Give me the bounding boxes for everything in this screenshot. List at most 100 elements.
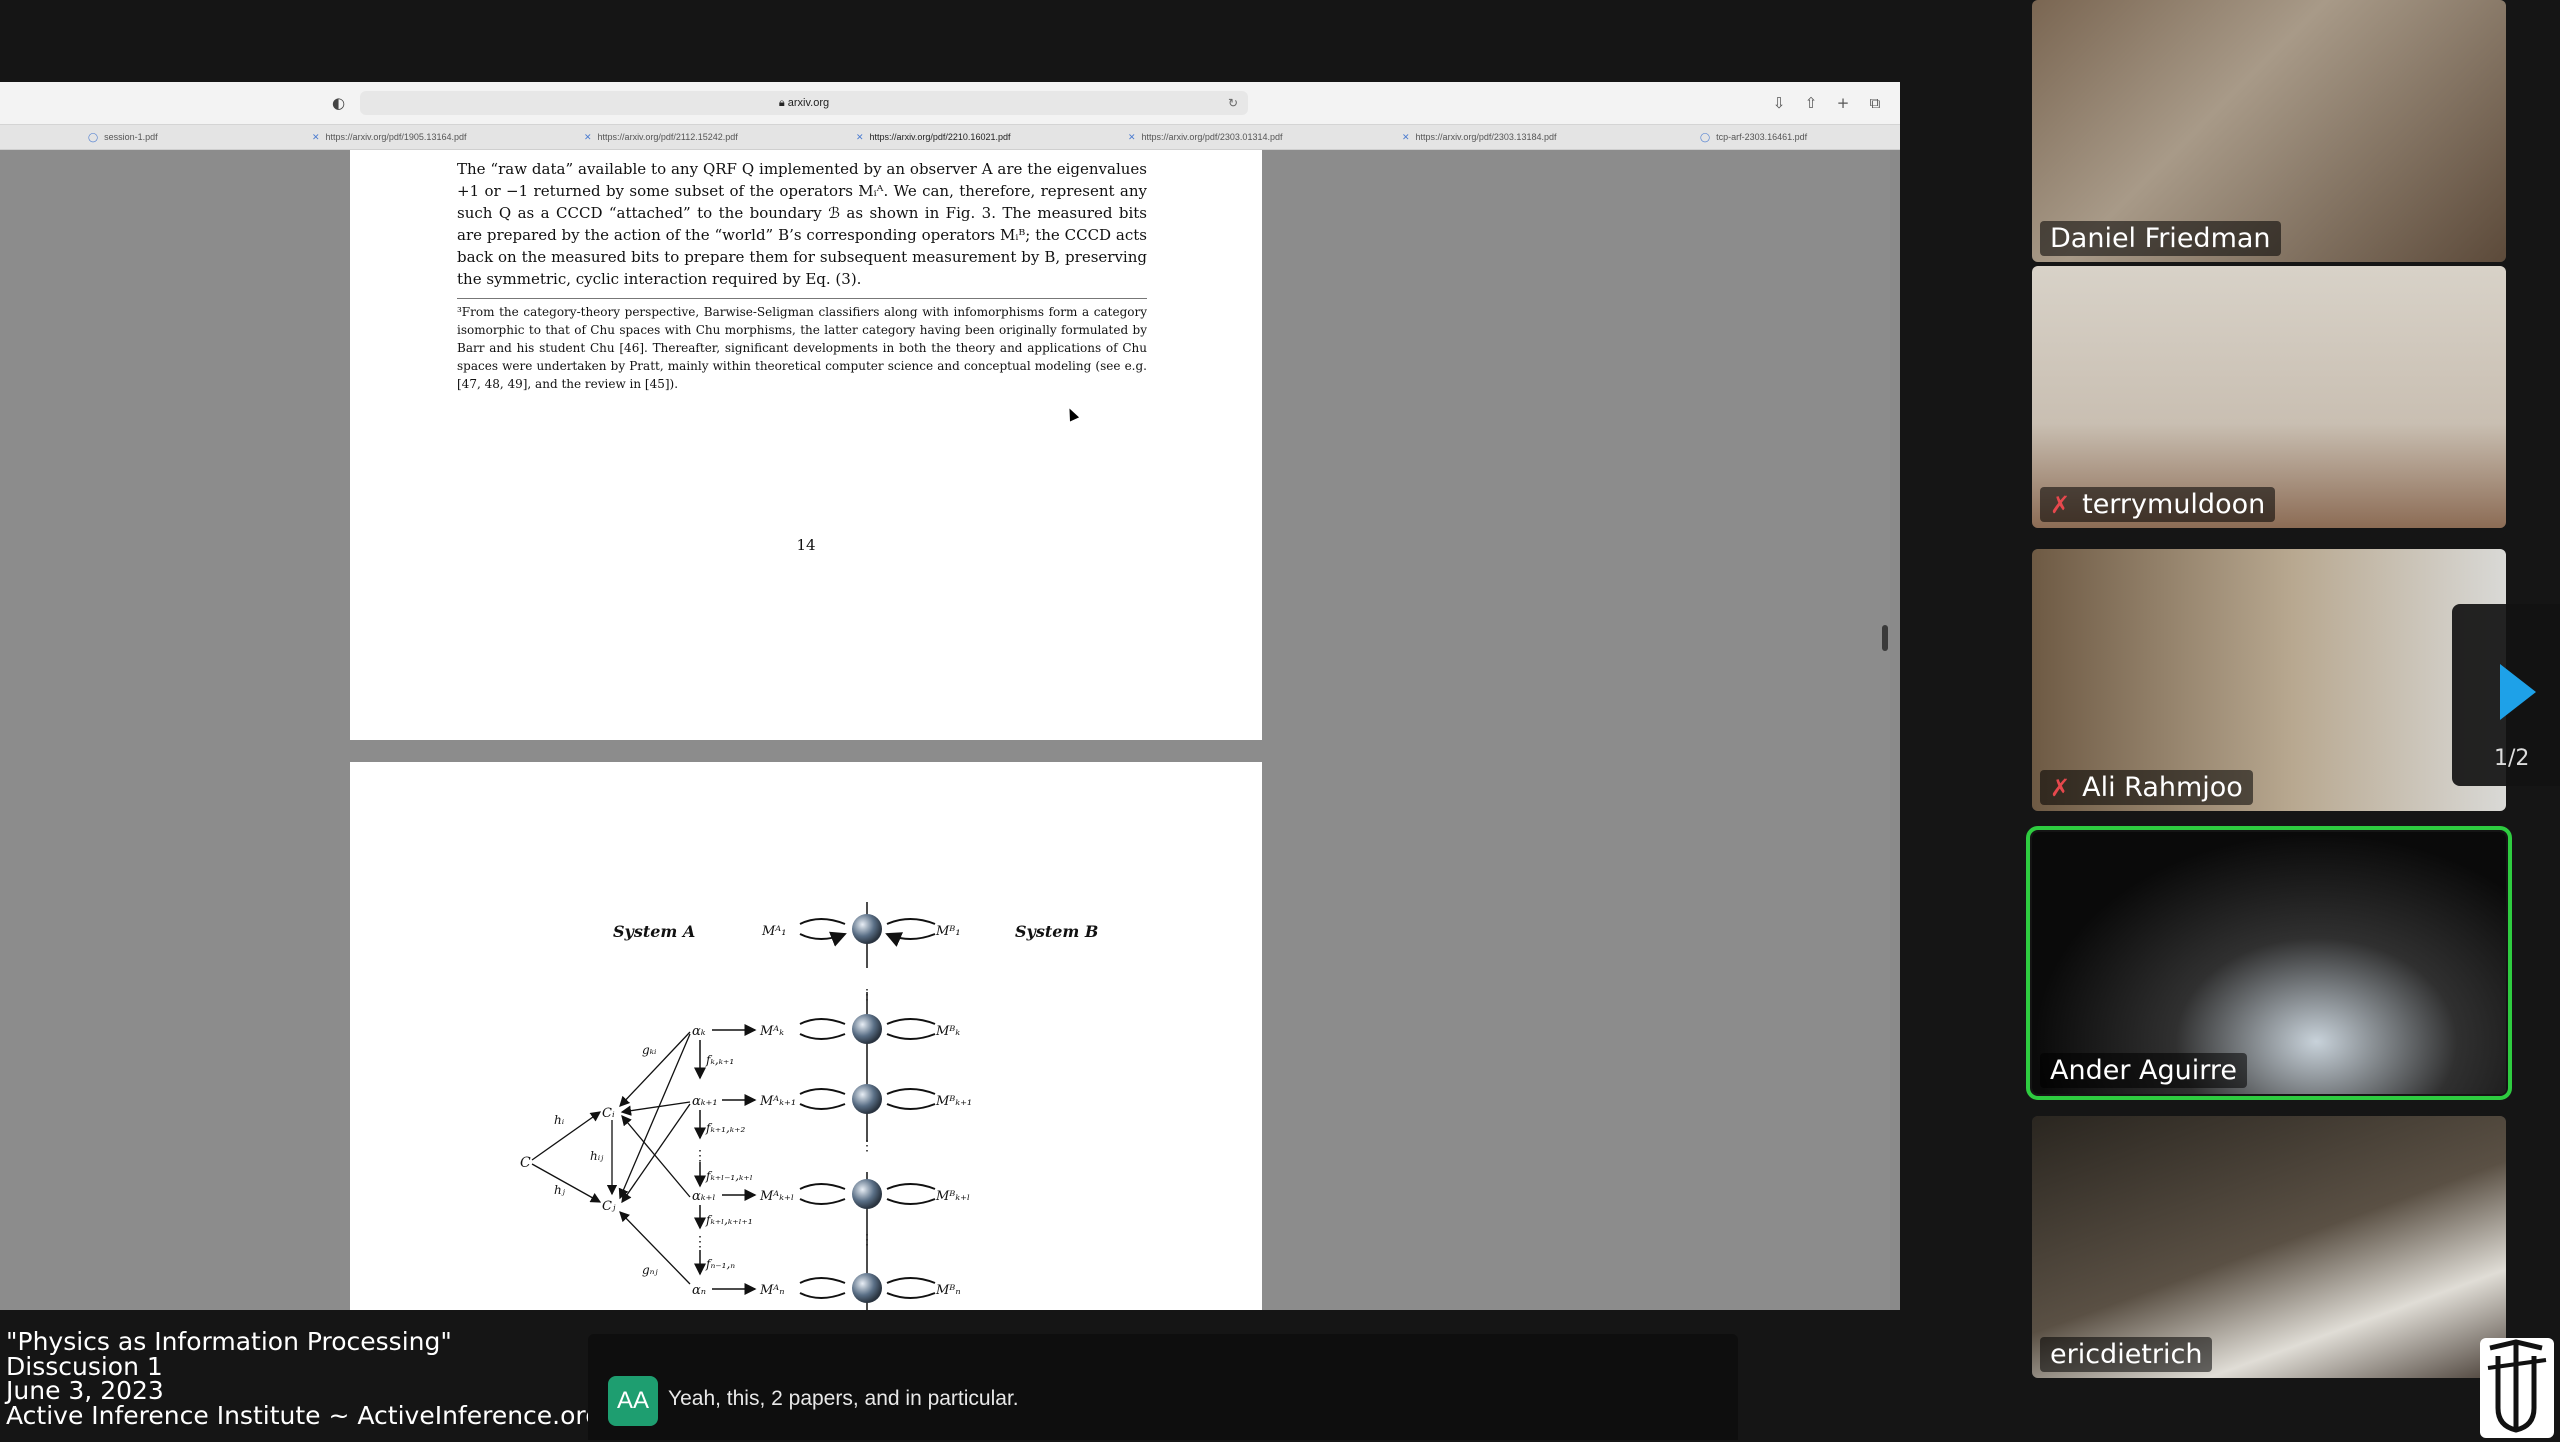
video-tile-terrymuldoon[interactable]: ✗ terrymuldoon bbox=[2032, 266, 2506, 528]
ellipsis: ⋮ bbox=[860, 987, 874, 1003]
speaker-avatar: AA bbox=[608, 1376, 658, 1426]
video-tile-ericdietrich[interactable]: ericdietrich bbox=[2032, 1116, 2506, 1378]
participant-name: Ander Aguirre bbox=[2040, 1053, 2247, 1088]
qubit-sphere bbox=[852, 914, 882, 944]
video-tile-ander-aguirre[interactable]: Ander Aguirre bbox=[2026, 826, 2512, 1100]
download-icon[interactable]: ⇩ bbox=[1768, 92, 1790, 114]
tab-2112-pdf[interactable]: ✕ https://arxiv.org/pdf/2112.15242.pdf bbox=[584, 125, 738, 149]
url-text: arxiv.org bbox=[787, 97, 830, 109]
stream-title: "Physics as Information Processing" bbox=[6, 1327, 452, 1356]
browser-window: ◐ 🔒︎ arxiv.org ↻ ⇩ ⇧ + ⧉ ◯ session-1.pdf … bbox=[0, 82, 1900, 1310]
participant-name: Daniel Friedman bbox=[2040, 221, 2281, 256]
ma-label: Mᴬₖ₊₁ bbox=[759, 1094, 796, 1109]
gallery-page-indicator: 1/2 bbox=[2494, 746, 2530, 771]
f-label: fₖ₊ₗ,ₖ₊ₗ₊₁ bbox=[705, 1213, 753, 1227]
system-b-label: System B bbox=[1015, 922, 1098, 941]
page-paragraph: The “raw data” available to any QRF Q im… bbox=[457, 160, 1147, 288]
ellipsis: ⋮ bbox=[860, 1232, 874, 1248]
tab-2303-01314-pdf[interactable]: ✕ https://arxiv.org/pdf/2303.01314.pdf bbox=[1128, 125, 1282, 149]
f-label: fₖ₊₁,ₖ₊₂ bbox=[705, 1121, 745, 1135]
ellipsis: ⋮ bbox=[860, 1138, 874, 1154]
mb-label: Mᴮₖ bbox=[935, 1024, 960, 1039]
video-tile-ali-rahmjoo[interactable]: ✗ Ali Rahmjoo bbox=[2032, 549, 2506, 811]
c-label: C bbox=[520, 1155, 531, 1171]
lock-icon: 🔒︎ bbox=[778, 97, 788, 109]
tab-bar: ◯ session-1.pdf ✕ https://arxiv.org/pdf/19… bbox=[0, 125, 1900, 150]
qubit-sphere bbox=[852, 1179, 882, 1209]
figure-diagram: System A System B Mᴬ₁ Mᴮ₁ ⋮ ɑₖ Mᴬₖ Mᴮₖ f… bbox=[520, 902, 1098, 1310]
participant-name: ✗ Ali Rahmjoo bbox=[2040, 770, 2253, 805]
close-icon[interactable]: ✕ bbox=[312, 132, 320, 142]
scrollbar-thumb[interactable] bbox=[1882, 625, 1888, 651]
cj-label: Cⱼ bbox=[602, 1199, 616, 1214]
reload-icon[interactable]: ↻ bbox=[1228, 91, 1238, 115]
hij-label: hᵢⱼ bbox=[590, 1149, 604, 1163]
new-tab-icon[interactable]: + bbox=[1832, 92, 1854, 114]
ma-label: Mᴬₖ bbox=[759, 1024, 784, 1039]
hj-label: hⱼ bbox=[554, 1183, 566, 1197]
tab-2303-13184-pdf[interactable]: ✕ https://arxiv.org/pdf/2303.13184.pdf bbox=[1402, 125, 1556, 149]
f-label: fₖ,ₖ₊₁ bbox=[705, 1053, 734, 1067]
mb-label: Mᴮₙ bbox=[935, 1283, 961, 1298]
participant-name: ericdietrich bbox=[2040, 1337, 2213, 1372]
close-icon[interactable]: ✕ bbox=[1402, 132, 1410, 142]
share-icon[interactable]: ⇧ bbox=[1800, 92, 1822, 114]
pdf-page-15: System A System B Mᴬ₁ Mᴮ₁ ⋮ ɑₖ Mᴬₖ Mᴮₖ f… bbox=[350, 762, 1262, 1310]
mb-label: Mᴮₖ₊₁ bbox=[935, 1094, 972, 1109]
page-footnote: ³From the category-theory perspective, B… bbox=[457, 298, 1147, 393]
a-label: ɑₖ bbox=[692, 1024, 706, 1039]
a-label: ɑₙ bbox=[692, 1283, 706, 1298]
f-label: fₙ₋₁,ₙ bbox=[705, 1257, 735, 1271]
logo-mark-icon bbox=[2487, 1339, 2547, 1433]
gnj-label: gₙⱼ bbox=[642, 1263, 659, 1277]
tab-2210-pdf[interactable]: ✕ https://arxiv.org/pdf/2210.16021.pdf bbox=[856, 125, 1010, 149]
coupling-arrow bbox=[887, 919, 936, 939]
muted-mic-icon: ✗ bbox=[2050, 491, 2071, 519]
close-icon[interactable]: ✕ bbox=[1128, 132, 1136, 142]
video-tile-daniel-friedman[interactable]: Daniel Friedman bbox=[2032, 0, 2506, 262]
ma-label: Mᴬₖ₊ₗ bbox=[759, 1189, 794, 1204]
tab-overview-icon[interactable]: ⧉ bbox=[1864, 92, 1886, 114]
stream-date: June 3, 2023 bbox=[6, 1376, 164, 1405]
stream-info: "Physics as Information Processing" Diss… bbox=[6, 1327, 602, 1430]
a-label: ɑₖ₊ₗ bbox=[692, 1189, 716, 1204]
close-icon[interactable]: ✕ bbox=[584, 132, 592, 142]
hi-label: hᵢ bbox=[554, 1113, 565, 1127]
gki-label: gₖᵢ bbox=[642, 1043, 657, 1057]
close-icon[interactable]: ✕ bbox=[856, 132, 864, 142]
pdf-viewer[interactable]: The “raw data” available to any QRF Q im… bbox=[0, 150, 1890, 1310]
gallery-next-page-button[interactable]: 1/2 bbox=[2452, 604, 2560, 786]
caption-text: Yeah, this, 2 papers, and in particular. bbox=[668, 1387, 1019, 1410]
qubit-sphere bbox=[852, 1014, 882, 1044]
mouse-cursor-icon bbox=[1064, 406, 1080, 422]
sidebar-toggle-icon[interactable]: ◐ bbox=[332, 94, 350, 112]
address-bar[interactable]: 🔒︎ arxiv.org ↻ bbox=[360, 91, 1248, 115]
tab-1905-pdf[interactable]: ✕ https://arxiv.org/pdf/1905.13164.pdf bbox=[312, 125, 466, 149]
f-label: fₖ₊ₗ₋₁,ₖ₊ₗ bbox=[705, 1169, 753, 1183]
a-label: ɑₖ₊₁ bbox=[692, 1094, 718, 1109]
participant-name: ✗ terrymuldoon bbox=[2040, 487, 2276, 522]
live-caption-bar: AA Yeah, this, 2 papers, and in particul… bbox=[588, 1334, 1738, 1440]
page-icon: ◯ bbox=[88, 132, 99, 142]
stream-org: Active Inference Institute ~ ActiveInfer… bbox=[6, 1400, 602, 1430]
tab-tcp-pdf[interactable]: ◯ tcp-arf-2303.16461.pdf bbox=[1700, 125, 1807, 149]
mb-label: Mᴮ₁ bbox=[935, 924, 961, 939]
ma-label: Mᴬ₁ bbox=[761, 924, 786, 939]
tab-session-pdf[interactable]: ◯ session-1.pdf bbox=[88, 125, 158, 149]
qubit-sphere bbox=[852, 1273, 882, 1303]
muted-mic-icon: ✗ bbox=[2050, 774, 2071, 802]
mb-label: Mᴮₖ₊ₗ bbox=[935, 1189, 970, 1204]
page-number: 14 bbox=[796, 536, 816, 554]
ellipsis: ⋮ bbox=[693, 1148, 707, 1164]
pdf-page-14: The “raw data” available to any QRF Q im… bbox=[350, 150, 1262, 740]
active-inference-logo bbox=[2480, 1338, 2554, 1438]
ellipsis: ⋮ bbox=[693, 1234, 707, 1250]
ma-label: Mᴬₙ bbox=[759, 1283, 785, 1298]
coupling-arrow bbox=[799, 919, 845, 939]
page-icon: ◯ bbox=[1700, 132, 1711, 142]
browser-toolbar: ◐ 🔒︎ arxiv.org ↻ ⇩ ⇧ + ⧉ bbox=[0, 82, 1900, 125]
qubit-sphere bbox=[852, 1084, 882, 1114]
system-a-label: System A bbox=[613, 922, 695, 941]
chevron-right-icon bbox=[2500, 664, 2536, 720]
ci-label: Cᵢ bbox=[602, 1106, 615, 1121]
